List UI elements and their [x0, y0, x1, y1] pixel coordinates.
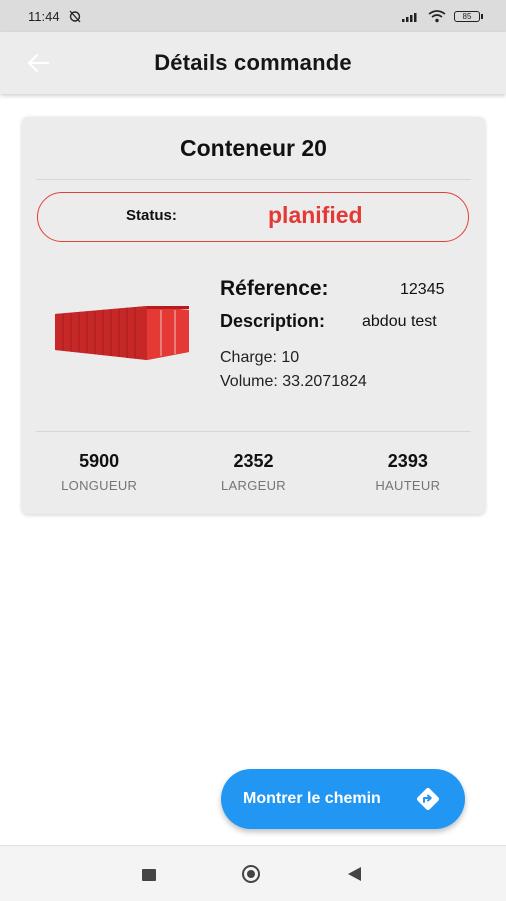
directions-icon — [417, 788, 439, 810]
dimension-height: 2393 HAUTEUR — [331, 451, 485, 493]
reference-label: Réference: — [220, 277, 329, 300]
dimension-value: 2352 — [233, 451, 274, 471]
dimension-label: HAUTEUR — [375, 478, 441, 493]
recents-icon[interactable] — [142, 869, 156, 881]
divider — [36, 431, 471, 432]
dimension-label: LARGEUR — [221, 478, 286, 493]
battery-icon: 85 — [454, 10, 483, 22]
description-label: Description: — [220, 311, 326, 331]
order-card: Conteneur 20 Status: planified Réference… — [22, 117, 485, 514]
dimension-width: 2352 LARGEUR — [176, 451, 330, 493]
dimensions-row: 5900 LONGUEUR 2352 LARGEUR 2393 HAUTEUR — [22, 451, 485, 493]
back-arrow-icon[interactable] — [24, 51, 54, 75]
status-badge: Status: planified — [37, 192, 469, 242]
description-value: abdou test — [362, 313, 437, 330]
wifi-icon — [428, 9, 446, 22]
divider — [36, 179, 471, 180]
app-bar: Détails commande — [0, 32, 506, 94]
container-title: Conteneur 20 — [180, 135, 327, 161]
dimension-value: 5900 — [79, 451, 120, 471]
shipping-container-image — [55, 306, 189, 360]
alarm-off-icon — [69, 10, 81, 23]
page-title: Détails commande — [154, 50, 352, 75]
signal-icon — [402, 12, 417, 22]
dimension-value: 2393 — [387, 451, 428, 471]
status-bar: 11:44 85 — [0, 0, 506, 32]
system-nav-bar — [0, 845, 506, 901]
clock: 11:44 — [28, 8, 60, 24]
show-route-label: Montrer le chemin — [243, 790, 381, 807]
reference-value: 12345 — [400, 281, 445, 298]
show-route-button[interactable]: Montrer le chemin — [221, 769, 465, 829]
volume-text: Volume: 33.2071824 — [220, 373, 367, 390]
charge-text: Charge: 10 — [220, 349, 300, 366]
dimension-label: LONGUEUR — [61, 478, 138, 493]
home-icon[interactable] — [242, 865, 260, 883]
system-back-icon[interactable] — [348, 867, 361, 881]
dimension-length: 5900 LONGUEUR — [22, 451, 176, 493]
status-label: Status: — [126, 207, 177, 224]
battery-level: 85 — [462, 11, 472, 21]
status-value: planified — [268, 202, 363, 228]
